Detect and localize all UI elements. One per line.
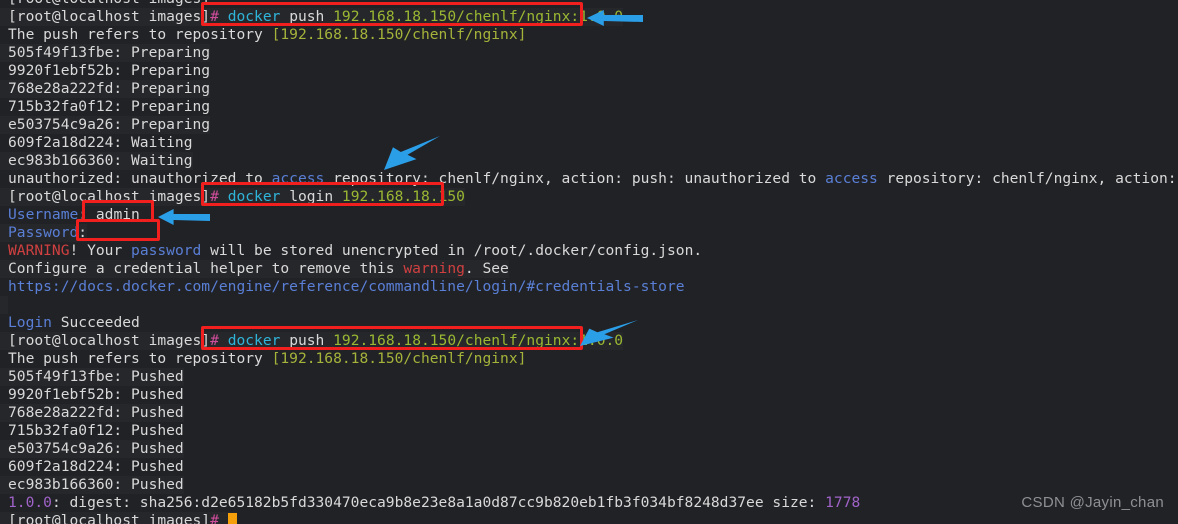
terminal-text-span: ec983b166360: Waiting <box>8 152 193 169</box>
terminal-text-span: 9920f1ebf52b: Pushed <box>8 386 184 403</box>
terminal-line: [root@localhost images] <box>0 0 210 8</box>
terminal-text-span: # <box>210 8 219 25</box>
terminal-line: https://docs.docker.com/engine/reference… <box>0 278 685 296</box>
terminal-text-span: 1778 <box>825 494 861 511</box>
terminal-line: e503754c9a26: Pushed <box>0 440 184 458</box>
terminal-text-span: e503754c9a26: Preparing <box>8 116 211 133</box>
terminal-line: Username: admin <box>0 206 140 224</box>
terminal-text-span: will be stored unencrypted in /root/.doc… <box>201 242 703 259</box>
terminal-text-span: 768e28a222fd: Preparing <box>8 80 211 97</box>
terminal-text-span: : admin <box>78 206 140 223</box>
terminal-text-span: password <box>131 242 202 259</box>
terminal-text-span: : digest: sha256:d2e65182b5fd330470eca9b… <box>51 494 826 511</box>
terminal-line: [root@localhost images]# docker push 192… <box>0 8 624 26</box>
terminal-text-span: [root@localhost images] <box>8 512 211 524</box>
terminal-text-span: access <box>825 170 878 187</box>
terminal-line: e503754c9a26: Preparing <box>0 116 211 134</box>
terminal-text-span: Password <box>8 224 79 241</box>
terminal-text-span: Username <box>8 206 79 223</box>
terminal-text-span: push <box>280 332 334 349</box>
terminal-line: WARNING! Your password will be stored un… <box>0 242 702 260</box>
terminal-line: The push refers to repository [192.168.1… <box>0 350 526 368</box>
arrow-to-unauthorized <box>384 136 440 170</box>
terminal-text-span: 505f49f13fbe: Pushed <box>8 368 184 385</box>
terminal-line: ec983b166360: Waiting <box>0 152 193 170</box>
terminal-text-span: ! Your <box>69 242 132 259</box>
csdn-watermark: CSDN @Jayin_chan <box>1021 494 1164 511</box>
terminal-text-span: Configure a credential helper to remove … <box>8 260 404 277</box>
terminal-text-span: 505f49f13fbe: Preparing <box>8 44 211 61</box>
terminal-text-span: 609f2a18d224: Waiting <box>8 134 193 151</box>
terminal-line: [root@localhost images]# docker login 19… <box>0 188 465 206</box>
terminal-text-span: [root@localhost images] <box>8 332 211 349</box>
terminal-line: Login Succeeded <box>0 314 140 332</box>
terminal-text-span: repository: chenlf/nginx, action: push: … <box>324 170 826 187</box>
terminal-line: The push refers to repository [192.168.1… <box>0 26 526 44</box>
terminal-text-span: warning <box>403 260 465 277</box>
terminal-text-span: # <box>210 332 219 349</box>
terminal-text-span: . See <box>464 260 509 277</box>
terminal-text-span: Succeeded <box>51 314 140 331</box>
terminal-text-span: docker <box>227 8 281 25</box>
terminal-text-span: 192.168.18.150/chenlf/nginx:1.0.0 <box>333 332 624 349</box>
terminal-text-span <box>219 188 228 205</box>
terminal-text-span: # <box>210 512 219 524</box>
terminal-text-span: repository: chenlf/nginx, action: push <box>886 170 1177 187</box>
terminal-window[interactable]: [root@localhost images][root@localhost i… <box>0 0 1178 524</box>
terminal-text-span: docker <box>227 188 281 205</box>
terminal-line: 505f49f13fbe: Pushed <box>0 368 184 386</box>
terminal-line: 715b32fa0f12: Preparing <box>0 98 210 116</box>
terminal-text-span: ec983b166360: Pushed <box>8 476 184 493</box>
terminal-text-span: https://docs.docker.com/engine/reference… <box>8 278 685 295</box>
terminal-text-span <box>219 332 228 349</box>
terminal-line: 1.0.0: digest: sha256:d2e65182b5fd330470… <box>0 494 860 512</box>
terminal-text-span: 192.168.18.150 <box>341 188 465 205</box>
terminal-line: Configure a credential helper to remove … <box>0 260 509 278</box>
terminal-text-span: [192.168.18.150/chenlf/nginx] <box>271 350 527 367</box>
terminal-line: 609f2a18d224: Waiting <box>0 134 193 152</box>
terminal-text-span: docker <box>227 332 281 349</box>
terminal-line: [root@localhost images]# docker push 192… <box>0 332 624 350</box>
terminal-line: 768e28a222fd: Preparing <box>0 80 211 98</box>
terminal-text-span: 715b32fa0f12: Preparing <box>8 98 211 115</box>
terminal-line <box>0 296 8 314</box>
terminal-text-span: 192.168.18.150/chenlf/nginx:1.0.0 <box>333 8 624 25</box>
terminal-text-span: 768e28a222fd: Pushed <box>8 404 184 421</box>
terminal-text-span: [root@localhost images] <box>8 188 211 205</box>
terminal-line: 505f49f13fbe: Preparing <box>0 44 211 62</box>
terminal-line: 715b32fa0f12: Pushed <box>0 422 184 440</box>
terminal-text-span: push <box>280 8 334 25</box>
terminal-line: ec983b166360: Pushed <box>0 476 184 494</box>
terminal-text-span: 9920f1ebf52b: Preparing <box>8 62 211 79</box>
terminal-text-span: WARNING <box>8 242 70 259</box>
terminal-text-span: 609f2a18d224: Pushed <box>8 458 184 475</box>
terminal-text-span: The push refers to repository <box>8 26 272 43</box>
terminal-text-span: login <box>280 188 342 205</box>
terminal-line: 609f2a18d224: Pushed <box>0 458 184 476</box>
terminal-text-span: access <box>271 170 325 187</box>
terminal-text-span <box>219 8 228 25</box>
terminal-text-span: [root@localhost images] <box>8 8 211 25</box>
terminal-line: 768e28a222fd: Pushed <box>0 404 184 422</box>
terminal-line: [root@localhost images]# <box>0 512 237 524</box>
terminal-text-span: 1.0.0 <box>8 494 52 511</box>
terminal-text-span: The push refers to repository <box>8 350 272 367</box>
terminal-text-span: : <box>78 224 88 241</box>
arrow-to-username-value <box>158 206 210 228</box>
text-cursor <box>227 513 237 524</box>
terminal-text-span: unauthorized: unauthorized to <box>8 170 272 187</box>
terminal-text-span: [root@localhost images] <box>8 0 210 7</box>
terminal-line: unauthorized: unauthorized to access rep… <box>0 170 1178 188</box>
terminal-line: 9920f1ebf52b: Preparing <box>0 62 210 80</box>
terminal-text-span: # <box>210 188 219 205</box>
terminal-text-span: Login <box>8 314 52 331</box>
terminal-line: 9920f1ebf52b: Pushed <box>0 386 184 404</box>
terminal-text-span: 715b32fa0f12: Pushed <box>8 422 184 439</box>
terminal-text-span: [192.168.18.150/chenlf/nginx] <box>271 26 527 43</box>
terminal-line: Password: <box>0 224 88 242</box>
terminal-text-span: e503754c9a26: Pushed <box>8 440 184 457</box>
